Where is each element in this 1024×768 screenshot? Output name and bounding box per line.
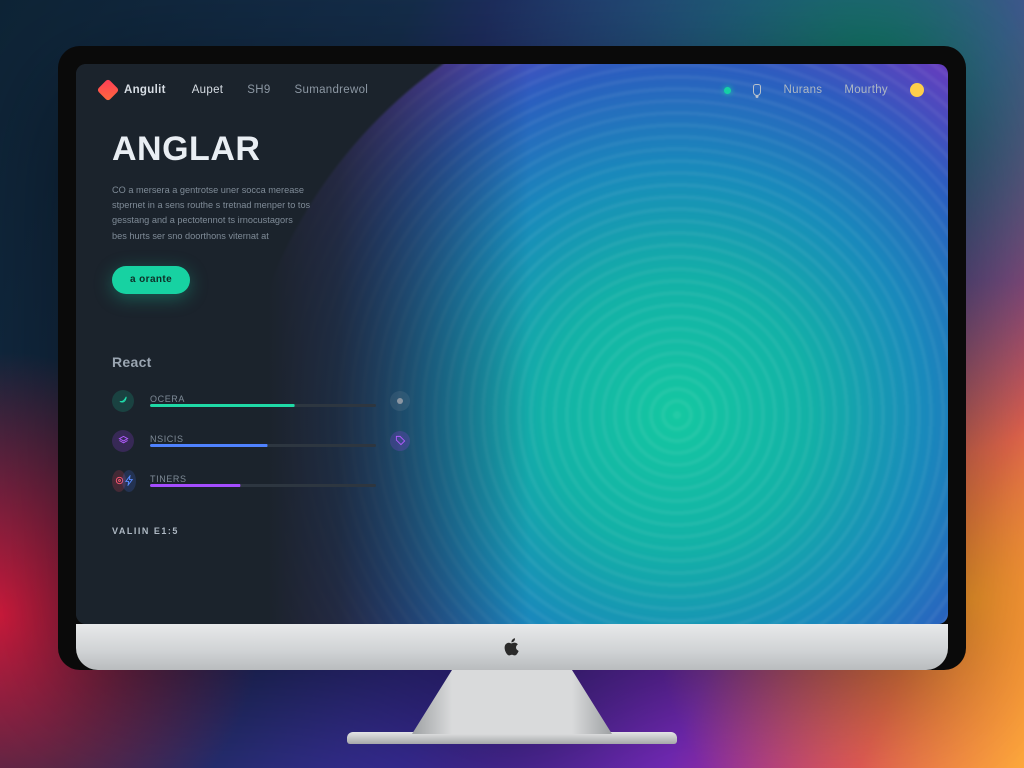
side-panel: React OCERA [112, 354, 412, 536]
feature-row-2[interactable]: NSICIS [112, 430, 412, 452]
feature-row-1[interactable]: OCERA [112, 390, 412, 412]
imac-chin [76, 624, 948, 670]
brand-name: Angulit [124, 84, 166, 96]
nav-item-1[interactable]: Aupet [192, 84, 224, 96]
top-link[interactable]: Mourthy [844, 84, 888, 96]
page-title: ANGLAR [112, 130, 416, 169]
top-nav: Angulit Aupet SH9 Sumandrewol Nurans Mou… [76, 64, 948, 116]
nav-item-2[interactable]: SH9 [247, 84, 270, 96]
status-indicator-icon [724, 87, 731, 94]
feature-list: OCERA NSICIS [112, 390, 412, 492]
hero-copy-line-1: CO a mersera a gentrotse uner socca mere… [112, 183, 412, 198]
hero-copy-line-3: gesstang and a pectotennot ts irnocustag… [112, 213, 412, 228]
top-right-cluster: Nurans Mourthy [724, 83, 924, 97]
app-window: Angulit Aupet SH9 Sumandrewol Nurans Mou… [76, 64, 948, 624]
feature-label: OCERA [150, 394, 376, 404]
hero-copy-line-2: stpernet in a sens routhe s tretnad menp… [112, 198, 412, 213]
leaf-icon [112, 390, 134, 412]
hero-section: ANGLAR CO a mersera a gentrotse uner soc… [76, 116, 416, 294]
screen: Angulit Aupet SH9 Sumandrewol Nurans Mou… [76, 64, 948, 624]
avatar-badge-icon[interactable] [910, 83, 924, 97]
nav-item-3[interactable]: Sumandrewol [295, 84, 369, 96]
progress-bar [150, 404, 376, 407]
panel-footer-label: VALIIN E1:5 [112, 526, 412, 536]
progress-bar [150, 484, 376, 487]
feature-label: TINERS [150, 474, 376, 484]
icon-pair [112, 470, 136, 492]
layers-icon [112, 430, 134, 452]
feature-row-3[interactable]: TINERS [112, 470, 412, 492]
status-label[interactable]: Nurans [783, 84, 822, 96]
brand[interactable]: Angulit [100, 82, 166, 98]
bolt-icon [122, 470, 136, 492]
notifications-icon[interactable] [753, 84, 761, 96]
panel-title: React [112, 354, 412, 370]
primary-nav: Aupet SH9 Sumandrewol [192, 84, 368, 96]
primary-cta-button[interactable]: a orante [112, 266, 190, 294]
apple-logo-icon [501, 636, 523, 658]
brand-logo-icon [97, 79, 120, 102]
imac-mockup: Angulit Aupet SH9 Sumandrewol Nurans Mou… [58, 46, 966, 744]
progress-bar [150, 444, 376, 447]
row-action-icon[interactable] [390, 391, 410, 411]
monitor-bezel: Angulit Aupet SH9 Sumandrewol Nurans Mou… [58, 46, 966, 670]
tag-icon[interactable] [390, 431, 410, 451]
imac-stand [412, 670, 612, 734]
feature-label: NSICIS [150, 434, 376, 444]
hero-copy-line-4: bes hurts ser sno doorthons viternat at [112, 229, 412, 244]
